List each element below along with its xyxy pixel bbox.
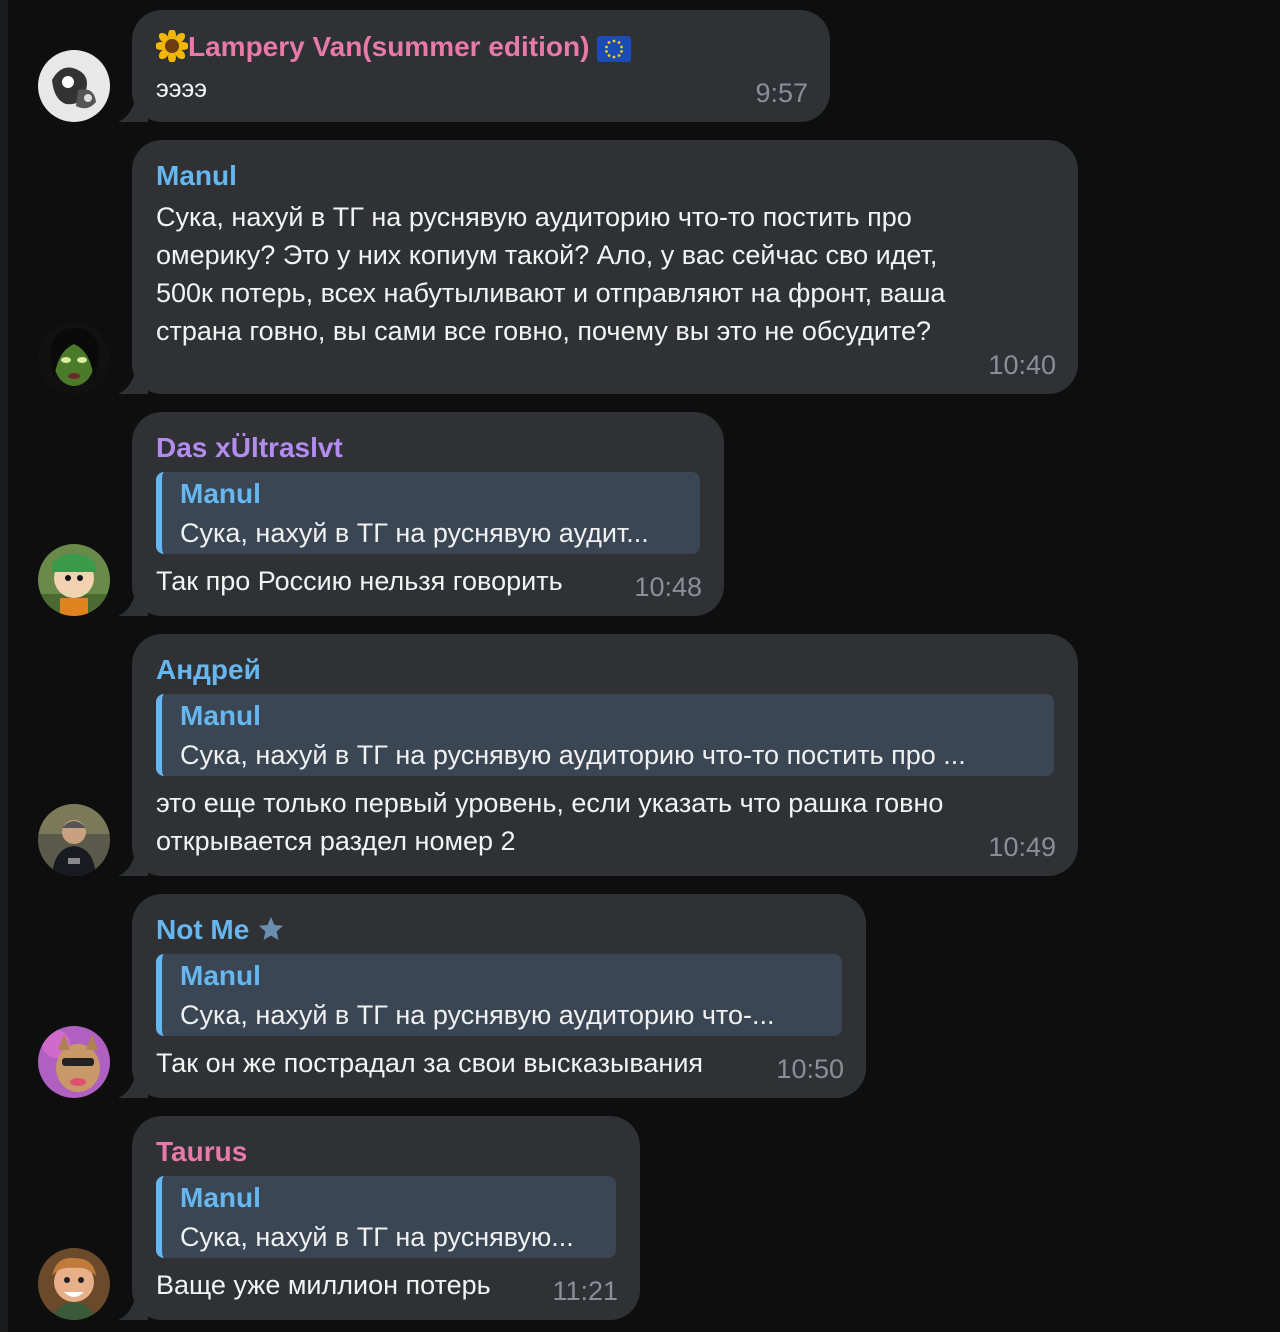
- avatar[interactable]: [38, 1248, 110, 1320]
- message-time: 11:21: [552, 1276, 618, 1306]
- reply-text: Сука, нахуй в ТГ на руснявую аудит...: [180, 518, 649, 548]
- reply-quote[interactable]: Manul Сука, нахуй в ТГ на руснявую...: [156, 1176, 616, 1258]
- star-icon[interactable]: [257, 915, 285, 950]
- message-text: Ваще уже миллион потерь: [156, 1270, 491, 1300]
- chat-history: Lampery Van(summer edition) ээээ 9:57 Ma…: [0, 0, 1280, 1332]
- eu-flag-icon: [597, 36, 632, 69]
- sender-name[interactable]: Taurus: [156, 1136, 247, 1168]
- sender-name[interactable]: Not Me: [156, 914, 285, 950]
- message-time: 9:57: [755, 78, 808, 108]
- message-line: Сука, нахуй в ТГ на руснявую аудиторию ч…: [156, 202, 912, 232]
- sunflower-icon: [155, 29, 189, 69]
- reply-sender: Manul: [180, 478, 261, 509]
- message-bubble[interactable]: Not Me Manul Сука, нахуй в ТГ на русняву…: [132, 894, 866, 1098]
- reply-text: Сука, нахуй в ТГ на руснявую аудиторию ч…: [180, 1000, 775, 1030]
- sender-name-text[interactable]: Not Me: [156, 914, 249, 945]
- message-text: Так про Россию нельзя говорить: [156, 566, 563, 596]
- message-line: открывается раздел номер 2: [156, 826, 516, 856]
- message-bubble[interactable]: Taurus Manul Сука, нахуй в ТГ на русняву…: [132, 1116, 640, 1320]
- message-bubble[interactable]: Das xÜltraslvt Manul Сука, нахуй в ТГ на…: [132, 412, 724, 616]
- reply-sender: Manul: [180, 1182, 261, 1213]
- message-time: 10:48: [634, 572, 702, 602]
- message-line: это еще только первый уровень, если указ…: [156, 788, 944, 818]
- reply-quote[interactable]: Manul Сука, нахуй в ТГ на руснявую аудит…: [156, 694, 1054, 776]
- avatar[interactable]: [38, 322, 110, 394]
- sender-name[interactable]: Lampery Van(summer edition): [155, 29, 632, 69]
- avatar[interactable]: [38, 804, 110, 876]
- reply-text: Сука, нахуй в ТГ на руснявую аудиторию ч…: [180, 740, 966, 770]
- message-line: омерику? Это у них копиум такой? Ало, у …: [156, 240, 938, 270]
- message-line: страна говно, вы сами все говно, почему …: [156, 316, 932, 346]
- message-text: ээээ: [156, 75, 208, 103]
- avatar[interactable]: [38, 1026, 110, 1098]
- sender-name[interactable]: Manul: [156, 160, 237, 192]
- reply-text: Сука, нахуй в ТГ на руснявую...: [180, 1222, 574, 1252]
- message-time: 10:49: [988, 832, 1056, 862]
- reply-sender: Manul: [180, 960, 261, 991]
- message-bubble[interactable]: Lampery Van(summer edition) ээээ 9:57: [132, 10, 830, 122]
- message-time: 10:40: [988, 350, 1056, 380]
- avatar[interactable]: [38, 544, 110, 616]
- sender-name[interactable]: Андрей: [156, 654, 261, 686]
- message-bubble[interactable]: Андрей Manul Сука, нахуй в ТГ на русняву…: [132, 634, 1078, 876]
- message-text: Так он же пострадал за свои высказывания: [156, 1048, 704, 1078]
- panel-divider: [0, 0, 8, 1332]
- reply-quote[interactable]: Manul Сука, нахуй в ТГ на руснявую аудит…: [156, 472, 700, 554]
- sender-name-text[interactable]: Lampery Van(summer edition): [188, 31, 589, 62]
- message-time: 10:50: [776, 1054, 844, 1084]
- message-bubble[interactable]: Manul Сука, нахуй в ТГ на руснявую аудит…: [132, 140, 1078, 394]
- sender-name[interactable]: Das xÜltraslvt: [156, 432, 343, 464]
- avatar[interactable]: [38, 50, 110, 122]
- reply-quote[interactable]: Manul Сука, нахуй в ТГ на руснявую аудит…: [156, 954, 842, 1036]
- reply-sender: Manul: [180, 700, 261, 731]
- message-line: 500к потерь, всех набутыливают и отправл…: [156, 278, 946, 308]
